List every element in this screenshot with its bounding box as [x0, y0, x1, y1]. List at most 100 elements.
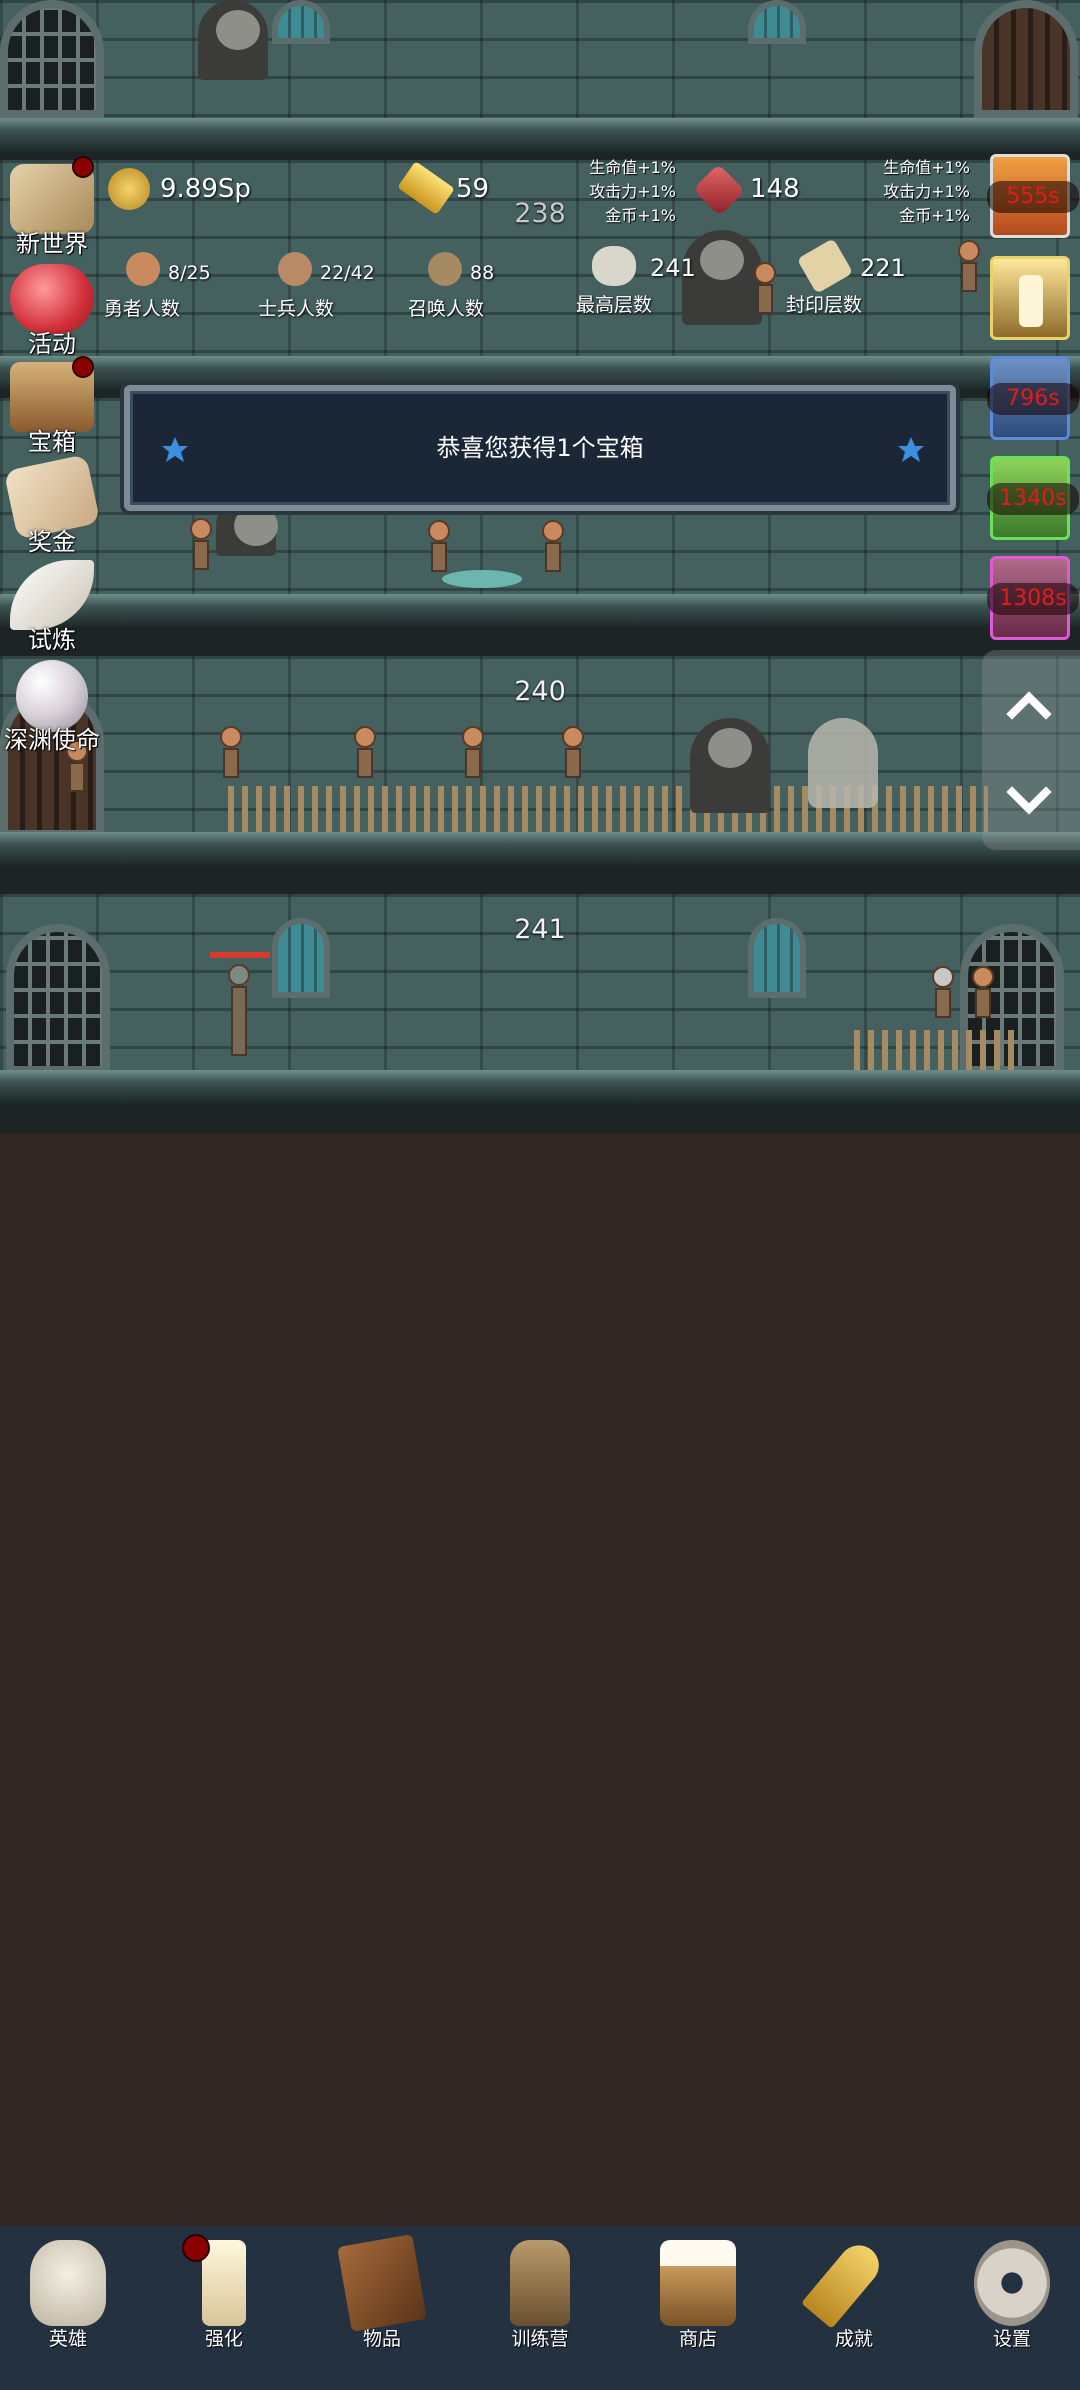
nav-label: 商店 — [678, 2328, 717, 2350]
summon-count-label: 召唤人数 — [408, 298, 485, 320]
game-scene[interactable]: 238 240 241 9.89Sp 59 生命值+1% 攻击力+1% 金币+1… — [0, 0, 1080, 1133]
castle-window — [272, 918, 330, 998]
timer-text: 555s — [987, 181, 1079, 213]
nav-label: 训练营 — [511, 2328, 569, 2350]
nav-label: 物品 — [362, 2328, 401, 2350]
max-floor-label: 最高层数 — [576, 294, 653, 316]
side-button-label: 深渊使命 — [4, 726, 100, 754]
wraith-enemy[interactable] — [198, 0, 268, 80]
max-floor-value: 241 — [650, 254, 696, 282]
nav-label: 英雄 — [48, 2328, 87, 2350]
hero-count-label: 勇者人数 — [104, 298, 181, 320]
wraith-enemy[interactable] — [690, 718, 770, 813]
gate-arch — [6, 924, 110, 1074]
dungeon-floor-top — [0, 0, 1080, 124]
nav-items[interactable]: 物品 — [322, 2226, 442, 2390]
nav-label: 成就 — [834, 2328, 873, 2350]
buff-text-left: 生命值+1% 攻击力+1% 金币+1% — [589, 158, 676, 225]
floor-gap — [0, 628, 1080, 656]
side-button-label: 试炼 — [28, 626, 76, 654]
candle-boost-button[interactable] — [990, 256, 1070, 340]
nav-training-camp[interactable]: 训练营 — [480, 2226, 600, 2390]
timer-button-3[interactable]: 1340s — [987, 456, 1079, 540]
reward-toast: 恭喜您获得1个宝箱 — [124, 385, 956, 511]
floor-scroll-panel — [982, 650, 1080, 850]
hero-unit[interactable] — [540, 520, 566, 580]
side-button-bonus[interactable]: 奖金 — [2, 454, 102, 556]
summon-head-icon — [428, 252, 462, 286]
gold-bar-amount: 59 — [456, 174, 490, 204]
timer-button-2[interactable]: 796s — [987, 356, 1079, 440]
hero-unit[interactable] — [352, 726, 378, 786]
timer-text: 1340s — [987, 483, 1079, 515]
side-button-new-world[interactable]: 新世界 — [2, 156, 102, 258]
side-button-treasure[interactable]: 宝箱 — [2, 356, 102, 456]
key-icon — [801, 2237, 887, 2329]
chevron-up-icon — [1006, 691, 1052, 720]
hero-unit[interactable] — [930, 966, 956, 1026]
hero-unit[interactable] — [218, 726, 244, 786]
castle-window — [748, 918, 806, 998]
nav-label: 设置 — [992, 2328, 1031, 2350]
floor-number-240: 240 — [514, 676, 566, 707]
side-button-label: 新世界 — [16, 230, 88, 258]
nav-upgrade[interactable]: 强化 — [164, 2226, 284, 2390]
nav-achievements[interactable]: 成就 — [794, 2226, 914, 2390]
nav-label: 强化 — [204, 2328, 243, 2350]
ghost-enemy[interactable] — [808, 718, 878, 808]
hero-unit[interactable] — [752, 262, 778, 322]
side-button-label: 宝箱 — [28, 428, 76, 456]
notification-dot — [72, 356, 94, 378]
side-button-label: 奖金 — [28, 528, 76, 556]
hero-unit[interactable] — [956, 240, 982, 300]
stone-icon — [592, 246, 636, 286]
buff-text-right: 生命值+1% 攻击力+1% 金币+1% — [883, 158, 970, 225]
hero-unit[interactable] — [560, 726, 586, 786]
notification-dot — [72, 156, 94, 178]
scroll-up-button[interactable] — [1004, 680, 1054, 730]
bottom-nav: 英雄 强化 物品 训练营 商店 成就 设置 — [0, 2226, 1080, 2390]
skull-icon — [30, 2240, 106, 2326]
timer-text: 796s — [987, 383, 1079, 415]
hero-unit[interactable] — [460, 726, 486, 786]
notification-dot — [182, 2234, 210, 2262]
nav-settings[interactable]: 设置 — [952, 2226, 1072, 2390]
hero-head-icon — [126, 252, 160, 286]
timer-text: 1308s — [987, 583, 1079, 615]
gate-arch — [0, 0, 104, 118]
lantern-icon — [510, 2240, 570, 2326]
soldier-head-icon — [278, 252, 312, 286]
gold-amount: 9.89Sp — [160, 174, 251, 204]
floor-ledge — [0, 118, 1080, 152]
beer-mug-icon — [660, 2240, 736, 2326]
gold-coin-icon — [108, 168, 150, 210]
nav-heroes[interactable]: 英雄 — [8, 2226, 128, 2390]
chevron-down-icon — [1006, 786, 1052, 815]
summon-count: 88 — [470, 262, 495, 284]
hero-unit[interactable] — [188, 518, 214, 578]
floor-gap — [0, 1104, 1080, 1133]
floor-ledge — [0, 594, 1080, 628]
side-button-abyss-mission[interactable]: 深渊使命 — [2, 656, 102, 754]
star-icon — [896, 435, 926, 465]
side-button-label: 活动 — [28, 330, 76, 358]
nav-shop[interactable]: 商店 — [638, 2226, 758, 2390]
side-button-event[interactable]: 活动 — [2, 260, 102, 358]
hero-count: 8/25 — [168, 262, 211, 284]
timer-button-4[interactable]: 1308s — [987, 556, 1079, 640]
soldier-count-label: 士兵人数 — [258, 298, 335, 320]
gem-amount: 148 — [750, 174, 800, 204]
wooden-door — [974, 0, 1078, 118]
gear-icon — [974, 2240, 1050, 2326]
scroll-down-button[interactable] — [1004, 776, 1054, 826]
hero-unit[interactable] — [970, 966, 996, 1026]
hero-unit[interactable] — [426, 520, 452, 580]
sealed-floor-label: 封印层数 — [786, 294, 863, 316]
floor-ledge — [0, 832, 1080, 866]
zombie-enemy[interactable] — [226, 964, 252, 1074]
sealed-floor-value: 221 — [860, 254, 906, 282]
side-button-trial[interactable]: 试炼 — [2, 556, 102, 654]
timer-button-1[interactable]: 555s — [987, 154, 1079, 238]
candle-icon — [1019, 275, 1043, 327]
book-icon — [337, 2234, 427, 2332]
